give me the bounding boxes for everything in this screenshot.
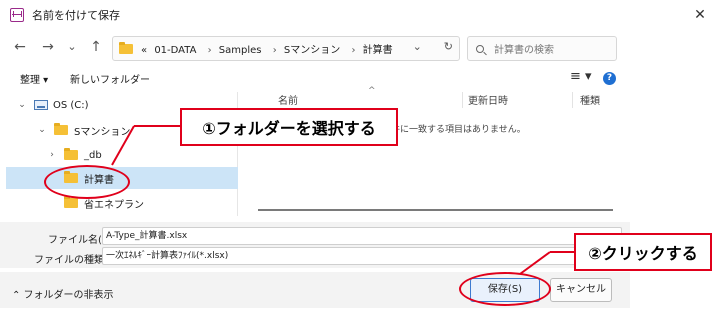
tree-item-shoene-plan[interactable]: 省エネプラン [6, 192, 238, 214]
address-bar[interactable]: « 01-DATA › Samples › Sマンション › 計算書 ⌄ ↻ [112, 36, 460, 61]
filename-field[interactable]: A-Type_計算書.xlsx [102, 227, 622, 245]
sort-ascending-icon: ^ [368, 86, 376, 96]
column-divider[interactable] [462, 92, 463, 108]
breadcrumb-overflow[interactable]: « [141, 45, 147, 56]
horizontal-scrollbar[interactable] [258, 209, 613, 211]
empty-message: 件に一致する項目はありません。 [391, 125, 526, 135]
chevron-right-icon[interactable]: › [273, 45, 277, 56]
chevron-down-icon[interactable]: ⌄ [36, 125, 48, 135]
new-folder-button[interactable]: 新しいフォルダー [70, 71, 150, 86]
column-header-name[interactable]: 名前 [278, 92, 298, 107]
chevron-down-icon[interactable]: ⌄ [16, 100, 28, 110]
chevron-right-icon[interactable]: › [46, 150, 58, 160]
filetype-select[interactable]: 一次ｴﾈﾙｷﾞｰ計算表ﾌｧｲﾙ(*.xlsx) [102, 247, 622, 265]
search-placeholder: 計算書の検索 [494, 45, 554, 56]
tree-item-label: Sマンション [74, 126, 131, 138]
back-icon[interactable]: ← [10, 37, 30, 57]
folder-icon [64, 148, 78, 160]
tree-item-label: _db [84, 149, 102, 161]
tree-item-label: OS (C:) [53, 99, 89, 111]
highlight-ellipse-folder [44, 165, 130, 199]
folder-icon [64, 196, 78, 208]
navigation-bar: ← → ⌄ ↑ « 01-DATA › Samples › Sマンション › 計… [0, 33, 723, 63]
breadcrumb-s-mansion[interactable]: Sマンション [284, 45, 340, 56]
view-options-icon[interactable]: ≡ ▾ [570, 69, 592, 84]
annotation-step2: ②クリックする [574, 233, 712, 271]
excel-app-icon [10, 8, 24, 22]
cancel-button[interactable]: キャンセル [550, 278, 612, 302]
forward-icon[interactable]: → [38, 37, 58, 57]
refresh-icon[interactable]: ↻ [444, 40, 453, 53]
organize-button[interactable]: 整理 ▾ [20, 71, 48, 86]
column-header-type[interactable]: 種類 [580, 92, 600, 107]
folder-icon [119, 41, 133, 54]
breadcrumb-keisansho[interactable]: 計算書 [363, 45, 393, 56]
breadcrumb-01-data[interactable]: 01-DATA [154, 45, 196, 56]
command-bar: 整理 ▾ 新しいフォルダー ≡ ▾ ? [0, 68, 723, 90]
column-divider[interactable] [572, 92, 573, 108]
column-header-modified[interactable]: 更新日時 [468, 92, 508, 107]
save-as-dialog: 名前を付けて保存 ✕ ← → ⌄ ↑ « 01-DATA › Samples ›… [0, 0, 723, 316]
search-icon [476, 44, 484, 53]
search-input[interactable]: 計算書の検索 [467, 36, 617, 61]
folder-icon [54, 123, 68, 135]
save-form: ファイル名(N): A-Type_計算書.xlsx ファイルの種類(T): 一次… [0, 222, 630, 268]
chevron-down-icon[interactable]: ⌄ [413, 40, 422, 53]
tree-item-db[interactable]: › _db [6, 144, 238, 166]
hide-folders-toggle[interactable]: ⌃ フォルダーの非表示 [12, 286, 114, 301]
close-button[interactable]: ✕ [687, 4, 713, 26]
breadcrumb: « 01-DATA › Samples › Sマンション › 計算書 [141, 41, 397, 56]
window-title: 名前を付けて保存 [32, 9, 120, 22]
help-icon[interactable]: ? [603, 72, 616, 85]
up-icon[interactable]: ↑ [86, 37, 106, 57]
chevron-right-icon[interactable]: › [208, 45, 212, 56]
annotation-step1: ①フォルダーを選択する [180, 108, 398, 146]
highlight-ellipse-save [459, 272, 551, 306]
breadcrumb-samples[interactable]: Samples [219, 45, 262, 56]
chevron-right-icon[interactable]: › [351, 45, 355, 56]
title-bar: 名前を付けて保存 ✕ [0, 0, 723, 30]
drive-icon [34, 100, 48, 110]
recent-locations-icon[interactable]: ⌄ [62, 37, 82, 57]
